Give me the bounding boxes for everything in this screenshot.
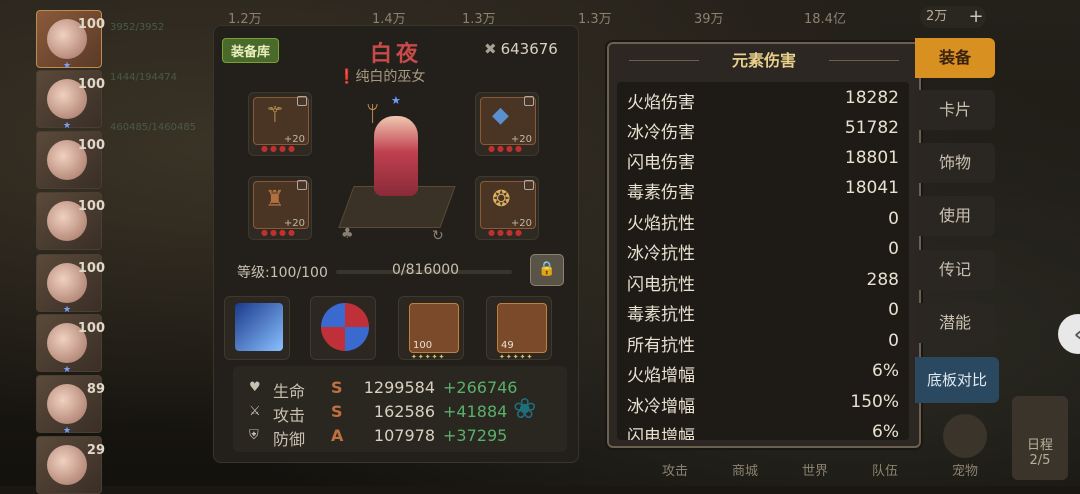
list-item: 冰冷抗性 0 <box>627 239 899 264</box>
level-label: 等级:100/100 <box>237 265 328 281</box>
add-resource-button[interactable]: + <box>966 7 986 27</box>
staff-icon: ⚚ <box>265 103 285 128</box>
skill-slot-3[interactable]: 100 ✦✦✦✦✦ <box>398 296 464 361</box>
star-icon: ★ <box>63 121 72 131</box>
hero-portrait <box>47 445 87 485</box>
tab-use[interactable]: 使用 <box>915 196 995 236</box>
ice-skill-icon <box>235 303 283 351</box>
roster-hero-3[interactable]: 100 <box>36 131 105 189</box>
hero-subtitle: ❗纯白的巫女 <box>338 69 426 85</box>
equip-slot-armor[interactable]: ♜ +20 ●●●● <box>248 176 312 240</box>
roster-hero-6[interactable]: 100 ★ <box>36 314 105 375</box>
lock-icon <box>524 96 534 106</box>
list-item: 所有抗性 0 <box>627 331 899 356</box>
hero-name: 白夜 <box>370 42 423 67</box>
list-item: 毒素抗性 0 <box>627 300 899 325</box>
necklace-icon: ❂ <box>492 187 511 212</box>
element-wheel-icon <box>321 303 369 351</box>
heart-icon: ♥ <box>249 380 261 395</box>
star-icon: ★ <box>63 426 72 436</box>
tab-accessories[interactable]: 饰物 <box>915 143 995 183</box>
resource-5: 39万 <box>694 12 724 27</box>
robe-icon: ♜ <box>265 187 285 212</box>
shield-icon: ⛨ <box>249 428 259 443</box>
list-item: 毒素伤害 18041 <box>627 178 899 203</box>
nav-team[interactable]: 队伍 <box>860 414 910 486</box>
resource-4: 1.3万 <box>578 12 612 27</box>
nav-pet[interactable]: 宠物 <box>940 414 990 486</box>
skill-slot-4[interactable]: 49 ✦✦✦✦✦ <box>486 296 552 361</box>
star-icon: ★ <box>63 365 72 375</box>
element-stats-list: 火焰伤害 18282 冰冷伤害 51782 闪电伤害 18801 毒素伤害 18041 … <box>617 82 909 440</box>
nav-world[interactable]: 世界 <box>790 414 840 486</box>
tab-cards[interactable]: 卡片 <box>915 90 995 130</box>
nav-shop[interactable]: 商城 <box>720 414 770 486</box>
tab-biography[interactable]: 传记 <box>915 250 995 290</box>
equip-slot-weapon[interactable]: ⚚ +20 ●●●● <box>248 92 312 156</box>
list-item: 冰冷伤害 51782 <box>627 118 899 143</box>
sword-icon: ⚔ <box>249 404 261 419</box>
roster-hero-1[interactable]: 100 ★ <box>36 10 105 71</box>
antler-icon: ᛘ <box>366 102 380 127</box>
skill-slot-1[interactable] <box>224 296 290 360</box>
element-damage-popup: 元素伤害 火焰伤害 18282 冰冷伤害 51782 闪电伤害 18801 毒素伤害 1… <box>607 42 921 448</box>
pet-icon[interactable]: ♣ <box>341 226 354 242</box>
roster-hero-7[interactable]: 89 ★ <box>36 375 105 436</box>
list-item: 火焰抗性 0 <box>627 209 899 234</box>
nav-attack[interactable]: 攻击 <box>650 414 700 486</box>
tab-equipment[interactable]: 装备 <box>915 38 995 78</box>
lock-icon <box>524 180 534 190</box>
gauntlet-icon: ◆ <box>492 103 509 128</box>
equip-slot-necklace[interactable]: ❂ +20 ●●●● <box>475 176 539 240</box>
skill-slot-2[interactable] <box>310 296 376 360</box>
roster-hero-5[interactable]: 100 ★ <box>36 254 105 315</box>
list-item: 闪电伤害 18801 <box>627 148 899 173</box>
list-item: 闪电抗性 288 <box>627 270 899 295</box>
resource-6: 18.4亿 <box>804 12 846 27</box>
rotate-icon[interactable]: ↻ <box>432 228 444 244</box>
tab-potential[interactable]: 潜能 <box>915 303 995 343</box>
popup-title: 元素伤害 <box>609 44 919 78</box>
equip-slot-gauntlet[interactable]: ◆ +20 ●●●● <box>475 92 539 156</box>
paw-icon[interactable]: ❀ <box>513 392 536 425</box>
lock-icon <box>297 180 307 190</box>
compare-button[interactable]: 底板对比 <box>915 357 999 403</box>
roster-faint-3: 460485/1460485 <box>110 122 197 133</box>
roster-hero-8[interactable]: 29 <box>36 436 105 494</box>
equipment-library-button[interactable]: 装备库 <box>222 38 280 63</box>
list-item: 火焰增幅 6% <box>627 361 899 386</box>
schedule-button[interactable]: 日程 2/5 <box>1012 396 1068 480</box>
hero-roster: 100 ★ 100 ★ 100 100 100 ★ 100 ★ 89 ★ 29 <box>36 0 112 494</box>
swords-icon: ✖ <box>484 40 497 58</box>
combat-power: ✖ 643676 <box>484 40 558 58</box>
list-item: 火焰伤害 18282 <box>627 88 899 113</box>
xp-label: 0/816000 <box>392 262 460 278</box>
roster-hero-4[interactable]: 100 <box>36 192 105 250</box>
lock-hero-button[interactable]: 🔒 <box>530 254 564 286</box>
roster-faint-1: 3952/3952 <box>110 22 165 33</box>
lock-icon <box>297 96 307 106</box>
hero-model: ᛘ <box>338 94 456 234</box>
roster-faint-2: 1444/194474 <box>110 72 177 83</box>
roster-hero-2[interactable]: 100 ★ <box>36 70 105 131</box>
paw-icon <box>943 414 987 458</box>
hero-portrait <box>47 384 87 424</box>
